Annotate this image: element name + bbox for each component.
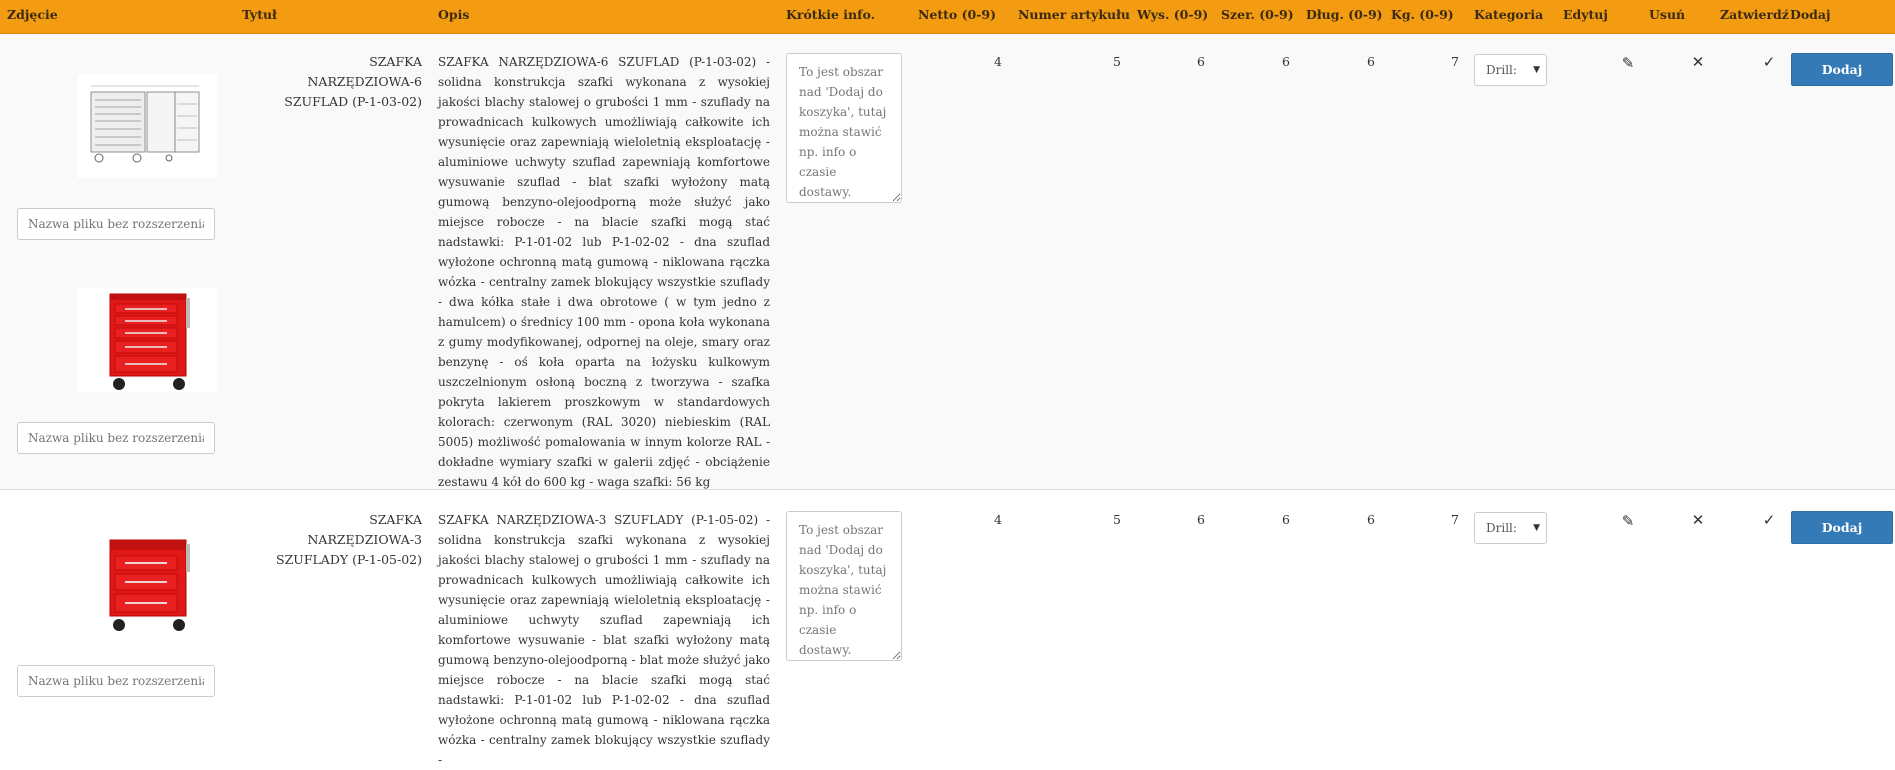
net-value: 4 <box>994 54 1002 69</box>
header-description: Opis <box>438 7 470 22</box>
pencil-icon[interactable]: ✎ <box>1618 512 1638 530</box>
product-photo-image <box>77 288 217 392</box>
product-title: SZAFKA NARZĘDZIOWA-3 SZUFLADY (P-1-05-02… <box>276 512 422 567</box>
header-delete: Usuń <box>1649 7 1686 22</box>
filename-input[interactable] <box>17 422 215 454</box>
header-confirm: Zatwierdź <box>1720 7 1789 22</box>
category-selected-value: Drill: <box>1486 521 1517 535</box>
header-category: Kategoria <box>1474 7 1544 22</box>
checkmark-icon[interactable]: ✓ <box>1759 53 1779 71</box>
header-height: Wys. (0-9) <box>1137 7 1209 22</box>
header-length: Dług. (0-9) <box>1306 7 1383 22</box>
header-title: Tytuł <box>242 7 277 22</box>
header-short-info: Krótkie info. <box>786 7 875 22</box>
product-title: SZAFKA NARZĘDZIOWA-6 SZUFLAD (P-1-03-02) <box>284 54 422 109</box>
short-info-textarea[interactable] <box>786 511 902 661</box>
add-button[interactable]: Dodaj <box>1791 53 1893 86</box>
filename-input[interactable] <box>17 208 215 240</box>
table-header: Zdjęcie Tytuł Opis Krótkie info. Netto (… <box>0 0 1895 34</box>
short-info-textarea[interactable] <box>786 53 902 203</box>
product-description: SZAFKA NARZĘDZIOWA-3 SZUFLADY (P-1-05-02… <box>438 513 770 767</box>
height-value: 6 <box>1197 512 1205 527</box>
article-number-value: 5 <box>1113 54 1121 69</box>
checkmark-icon[interactable]: ✓ <box>1759 511 1779 529</box>
close-icon[interactable]: ✕ <box>1688 53 1708 71</box>
pencil-icon[interactable]: ✎ <box>1618 54 1638 72</box>
height-value: 6 <box>1197 54 1205 69</box>
filename-input[interactable] <box>17 665 215 697</box>
article-number-value: 5 <box>1113 512 1121 527</box>
weight-value: 7 <box>1451 54 1459 69</box>
category-select[interactable]: Drill: ▼ <box>1474 512 1547 544</box>
product-description: SZAFKA NARZĘDZIOWA-6 SZUFLAD (P-1-03-02)… <box>438 55 770 489</box>
add-button[interactable]: Dodaj <box>1791 511 1893 544</box>
weight-value: 7 <box>1451 512 1459 527</box>
table-row: SZAFKA NARZĘDZIOWA-6 SZUFLAD (P-1-03-02)… <box>0 34 1895 490</box>
product-drawing-image <box>77 74 217 178</box>
header-edit: Edytuj <box>1563 7 1608 22</box>
header-article-number: Numer artykułu <box>1018 7 1130 22</box>
chevron-down-icon: ▼ <box>1533 65 1540 75</box>
header-photo: Zdjęcie <box>7 7 58 22</box>
net-value: 4 <box>994 512 1002 527</box>
length-value: 6 <box>1367 54 1375 69</box>
table-row: SZAFKA NARZĘDZIOWA-3 SZUFLADY (P-1-05-02… <box>0 490 1895 767</box>
header-width: Szer. (0-9) <box>1221 7 1294 22</box>
product-photo-image <box>77 530 217 634</box>
length-value: 6 <box>1367 512 1375 527</box>
width-value: 6 <box>1282 512 1290 527</box>
category-selected-value: Drill: <box>1486 63 1517 77</box>
header-add: Dodaj <box>1790 7 1831 22</box>
category-select[interactable]: Drill: ▼ <box>1474 54 1547 86</box>
close-icon[interactable]: ✕ <box>1688 511 1708 529</box>
width-value: 6 <box>1282 54 1290 69</box>
header-net: Netto (0-9) <box>918 7 997 22</box>
chevron-down-icon: ▼ <box>1533 523 1540 533</box>
header-weight: Kg. (0-9) <box>1391 7 1454 22</box>
